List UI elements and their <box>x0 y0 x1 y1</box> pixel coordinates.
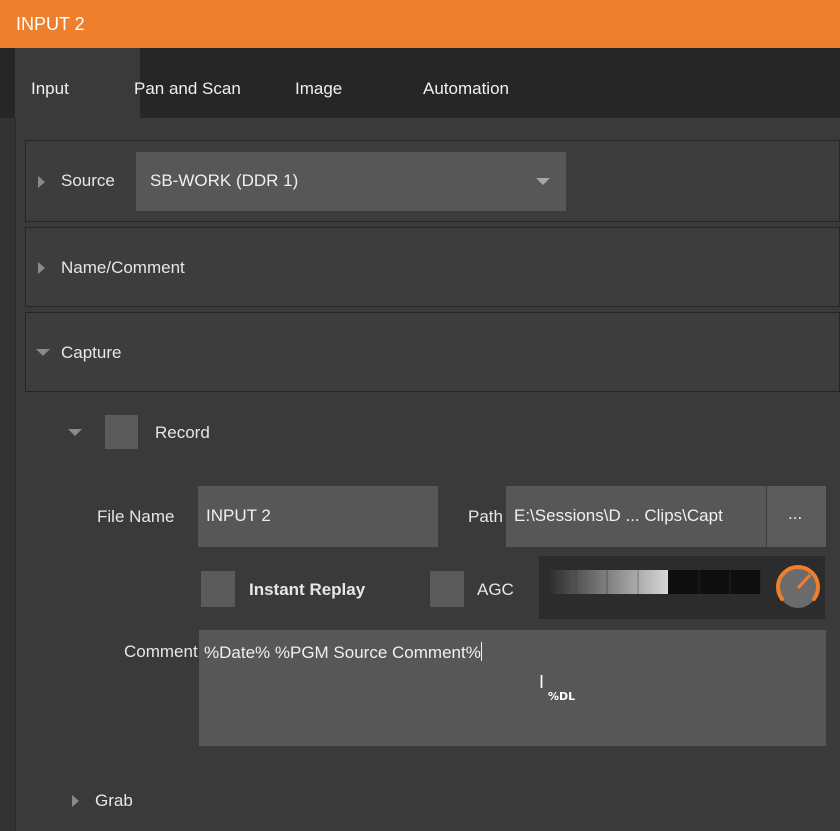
capture-label: Capture <box>61 343 122 362</box>
gain-knob-icon[interactable] <box>771 561 825 615</box>
instant-replay-checkbox[interactable] <box>201 571 235 607</box>
file-name-label: File Name <box>97 507 175 526</box>
record-collapse-icon[interactable] <box>68 429 82 436</box>
comment-textarea[interactable]: %Date% %PGM Source Comment% I %DL <box>199 630 826 746</box>
source-label: Source <box>61 171 115 190</box>
expand-icon[interactable] <box>38 176 45 188</box>
file-name-input[interactable]: INPUT 2 <box>198 486 438 547</box>
text-cursor-icon: I <box>539 672 545 692</box>
source-value: SB-WORK (DDR 1) <box>150 171 299 190</box>
tab-automation[interactable]: Automation <box>407 48 525 118</box>
cursor-hint: %DL <box>548 690 576 703</box>
capture-section-header[interactable]: Capture <box>25 312 840 392</box>
source-dropdown[interactable]: SB-WORK (DDR 1) <box>136 152 566 211</box>
grab-label[interactable]: Grab <box>95 791 133 811</box>
window-title-bar: INPUT 2 <box>0 0 840 48</box>
expand-icon[interactable] <box>38 262 45 274</box>
record-label: Record <box>155 423 210 442</box>
browse-path-button[interactable]: ... <box>767 486 826 547</box>
record-checkbox[interactable] <box>105 415 138 449</box>
path-input[interactable]: E:\Sessions\D ... Clips\Capt <box>506 486 766 547</box>
capture-section-body: Record File Name INPUT 2 Path E:\Session… <box>25 392 840 831</box>
collapse-icon[interactable] <box>36 349 50 356</box>
tab-image[interactable]: Image <box>279 48 358 118</box>
instant-replay-label: Instant Replay <box>249 580 366 599</box>
dropdown-arrow-icon <box>536 178 550 185</box>
name-comment-section[interactable]: Name/Comment <box>25 227 840 307</box>
source-section: Source SB-WORK (DDR 1) <box>25 140 840 222</box>
agc-checkbox[interactable] <box>430 571 464 607</box>
text-caret <box>480 642 482 661</box>
tab-bar: Input Pan and Scan Image Automation <box>0 48 840 118</box>
tab-pan-and-scan[interactable]: Pan and Scan <box>118 48 257 118</box>
grab-expand-icon[interactable] <box>72 795 79 807</box>
name-comment-label: Name/Comment <box>61 258 185 277</box>
path-label: Path <box>468 507 503 526</box>
comment-value: %Date% %PGM Source Comment% <box>204 643 481 662</box>
agc-label: AGC <box>477 580 514 599</box>
window-title: INPUT 2 <box>16 14 85 34</box>
comment-label: Comment <box>124 642 198 661</box>
